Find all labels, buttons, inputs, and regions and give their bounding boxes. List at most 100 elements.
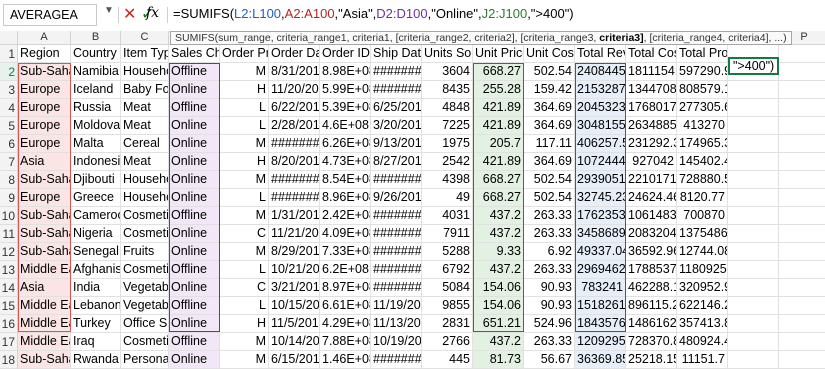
table-cell[interactable]: 2153287: [575, 81, 626, 99]
table-cell[interactable]: 32745.23: [575, 189, 626, 207]
table-cell[interactable]: 8120.77: [677, 189, 728, 207]
table-cell[interactable]: 668.27: [473, 171, 524, 189]
table-cell[interactable]: Turkey: [71, 315, 121, 333]
table-cell[interactable]: 437.2: [473, 261, 524, 279]
table-cell[interactable]: Rwanda: [71, 351, 121, 369]
table-cell[interactable]: [779, 333, 825, 351]
table-cell[interactable]: 728370.8: [626, 333, 677, 351]
table-cell[interactable]: [779, 189, 825, 207]
table-cell[interactable]: Fruits: [121, 243, 169, 261]
table-cell[interactable]: 9/26/2015: [371, 189, 422, 207]
table-cell[interactable]: 728880.5: [677, 171, 728, 189]
table-cell[interactable]: Online: [169, 225, 220, 243]
table-cell[interactable]: 406257.5: [575, 135, 626, 153]
table-cell[interactable]: [728, 135, 779, 153]
table-cell[interactable]: Middle East: [18, 333, 71, 351]
table-cell[interactable]: 2083204: [626, 225, 677, 243]
table-cell[interactable]: Household: [121, 63, 169, 81]
table-cell[interactable]: 117.11: [524, 135, 575, 153]
table-cell[interactable]: Europe: [18, 135, 71, 153]
header-cell[interactable]: Item Type: [121, 45, 169, 63]
table-cell[interactable]: Cosmetics: [121, 225, 169, 243]
header-cell[interactable]: Order ID: [320, 45, 371, 63]
table-cell[interactable]: 622146.2: [677, 297, 728, 315]
table-cell[interactable]: Meat: [121, 99, 169, 117]
table-cell[interactable]: M: [220, 63, 269, 81]
table-cell[interactable]: Senegal: [71, 243, 121, 261]
table-cell[interactable]: M: [220, 351, 269, 369]
header-cell[interactable]: Order Priority: [220, 45, 269, 63]
table-cell[interactable]: 8.96E+08: [320, 189, 371, 207]
table-cell[interactable]: ########: [371, 63, 422, 81]
table-cell[interactable]: L: [220, 189, 269, 207]
table-cell[interactable]: 205.7: [473, 135, 524, 153]
table-cell[interactable]: M: [220, 171, 269, 189]
table-cell[interactable]: Offline: [169, 261, 220, 279]
table-cell[interactable]: 6.92: [524, 243, 575, 261]
table-cell[interactable]: [779, 81, 825, 99]
table-cell[interactable]: Online: [169, 351, 220, 369]
table-cell[interactable]: [779, 297, 825, 315]
table-cell[interactable]: H: [220, 153, 269, 171]
name-box[interactable]: AVERAGEA: [3, 4, 97, 26]
table-cell[interactable]: 11/20/2011: [269, 81, 320, 99]
table-cell[interactable]: 8/31/2015: [269, 63, 320, 81]
table-cell[interactable]: [779, 171, 825, 189]
table-cell[interactable]: [728, 333, 779, 351]
table-cell[interactable]: 3604: [422, 63, 473, 81]
table-cell[interactable]: Lebanon: [71, 297, 121, 315]
table-cell[interactable]: Online: [169, 243, 220, 261]
table-cell[interactable]: 10/14/2011: [269, 333, 320, 351]
table-cell[interactable]: C: [220, 279, 269, 297]
table-cell[interactable]: 2/28/2012: [269, 117, 320, 135]
table-cell[interactable]: L: [220, 261, 269, 279]
table-cell[interactable]: 5.99E+08: [320, 81, 371, 99]
table-cell[interactable]: Malta: [71, 135, 121, 153]
header-cell[interactable]: Unit Cost: [524, 45, 575, 63]
table-cell[interactable]: [779, 117, 825, 135]
table-cell[interactable]: [779, 261, 825, 279]
table-cell[interactable]: Online: [169, 315, 220, 333]
table-cell[interactable]: 357413.8: [677, 315, 728, 333]
table-cell[interactable]: 6/22/2017: [269, 99, 320, 117]
table-cell[interactable]: Greece: [71, 189, 121, 207]
table-cell[interactable]: 263.33: [524, 333, 575, 351]
table-cell[interactable]: 11/21/2011: [269, 225, 320, 243]
table-cell[interactable]: 9.33: [473, 243, 524, 261]
table-cell[interactable]: ########: [371, 207, 422, 225]
table-cell[interactable]: 2939051: [575, 171, 626, 189]
table-cell[interactable]: M: [220, 135, 269, 153]
table-cell[interactable]: [779, 351, 825, 369]
table-cell[interactable]: [728, 189, 779, 207]
table-cell[interactable]: Household: [121, 189, 169, 207]
table-cell[interactable]: 263.33: [524, 261, 575, 279]
table-cell[interactable]: 36592.96: [626, 243, 677, 261]
table-cell[interactable]: 421.89: [473, 153, 524, 171]
table-cell[interactable]: 8/29/2016: [269, 243, 320, 261]
table-cell[interactable]: Asia: [18, 279, 71, 297]
table-cell[interactable]: 1072444: [575, 153, 626, 171]
table-cell[interactable]: 9855: [422, 297, 473, 315]
table-cell[interactable]: 7225: [422, 117, 473, 135]
table-cell[interactable]: 808579.1: [677, 81, 728, 99]
table-cell[interactable]: ########: [269, 171, 320, 189]
table-cell[interactable]: 11/19/2011: [371, 297, 422, 315]
table-cell[interactable]: 1/31/2014: [269, 207, 320, 225]
header-cell[interactable]: Total Revenue: [575, 45, 626, 63]
table-cell[interactable]: M: [220, 243, 269, 261]
table-cell[interactable]: Iceland: [71, 81, 121, 99]
table-cell[interactable]: [728, 207, 779, 225]
table-cell[interactable]: 3458689: [575, 225, 626, 243]
formula-input[interactable]: =SUMIFS(L2:L100,A2:A100,"Asia",D2:D100,"…: [173, 6, 574, 21]
table-cell[interactable]: 11/13/2016: [371, 315, 422, 333]
table-cell[interactable]: Europe: [18, 189, 71, 207]
table-cell[interactable]: Online: [169, 171, 220, 189]
table-cell[interactable]: Offline: [169, 63, 220, 81]
table-cell[interactable]: 11151.7: [677, 351, 728, 369]
table-cell[interactable]: Household: [121, 171, 169, 189]
table-cell[interactable]: 2045323: [575, 99, 626, 117]
row-header-14[interactable]: 14: [0, 279, 18, 297]
table-cell[interactable]: Office Supplies: [121, 315, 169, 333]
table-cell[interactable]: 145402.4: [677, 153, 728, 171]
table-cell[interactable]: 1344708: [626, 81, 677, 99]
